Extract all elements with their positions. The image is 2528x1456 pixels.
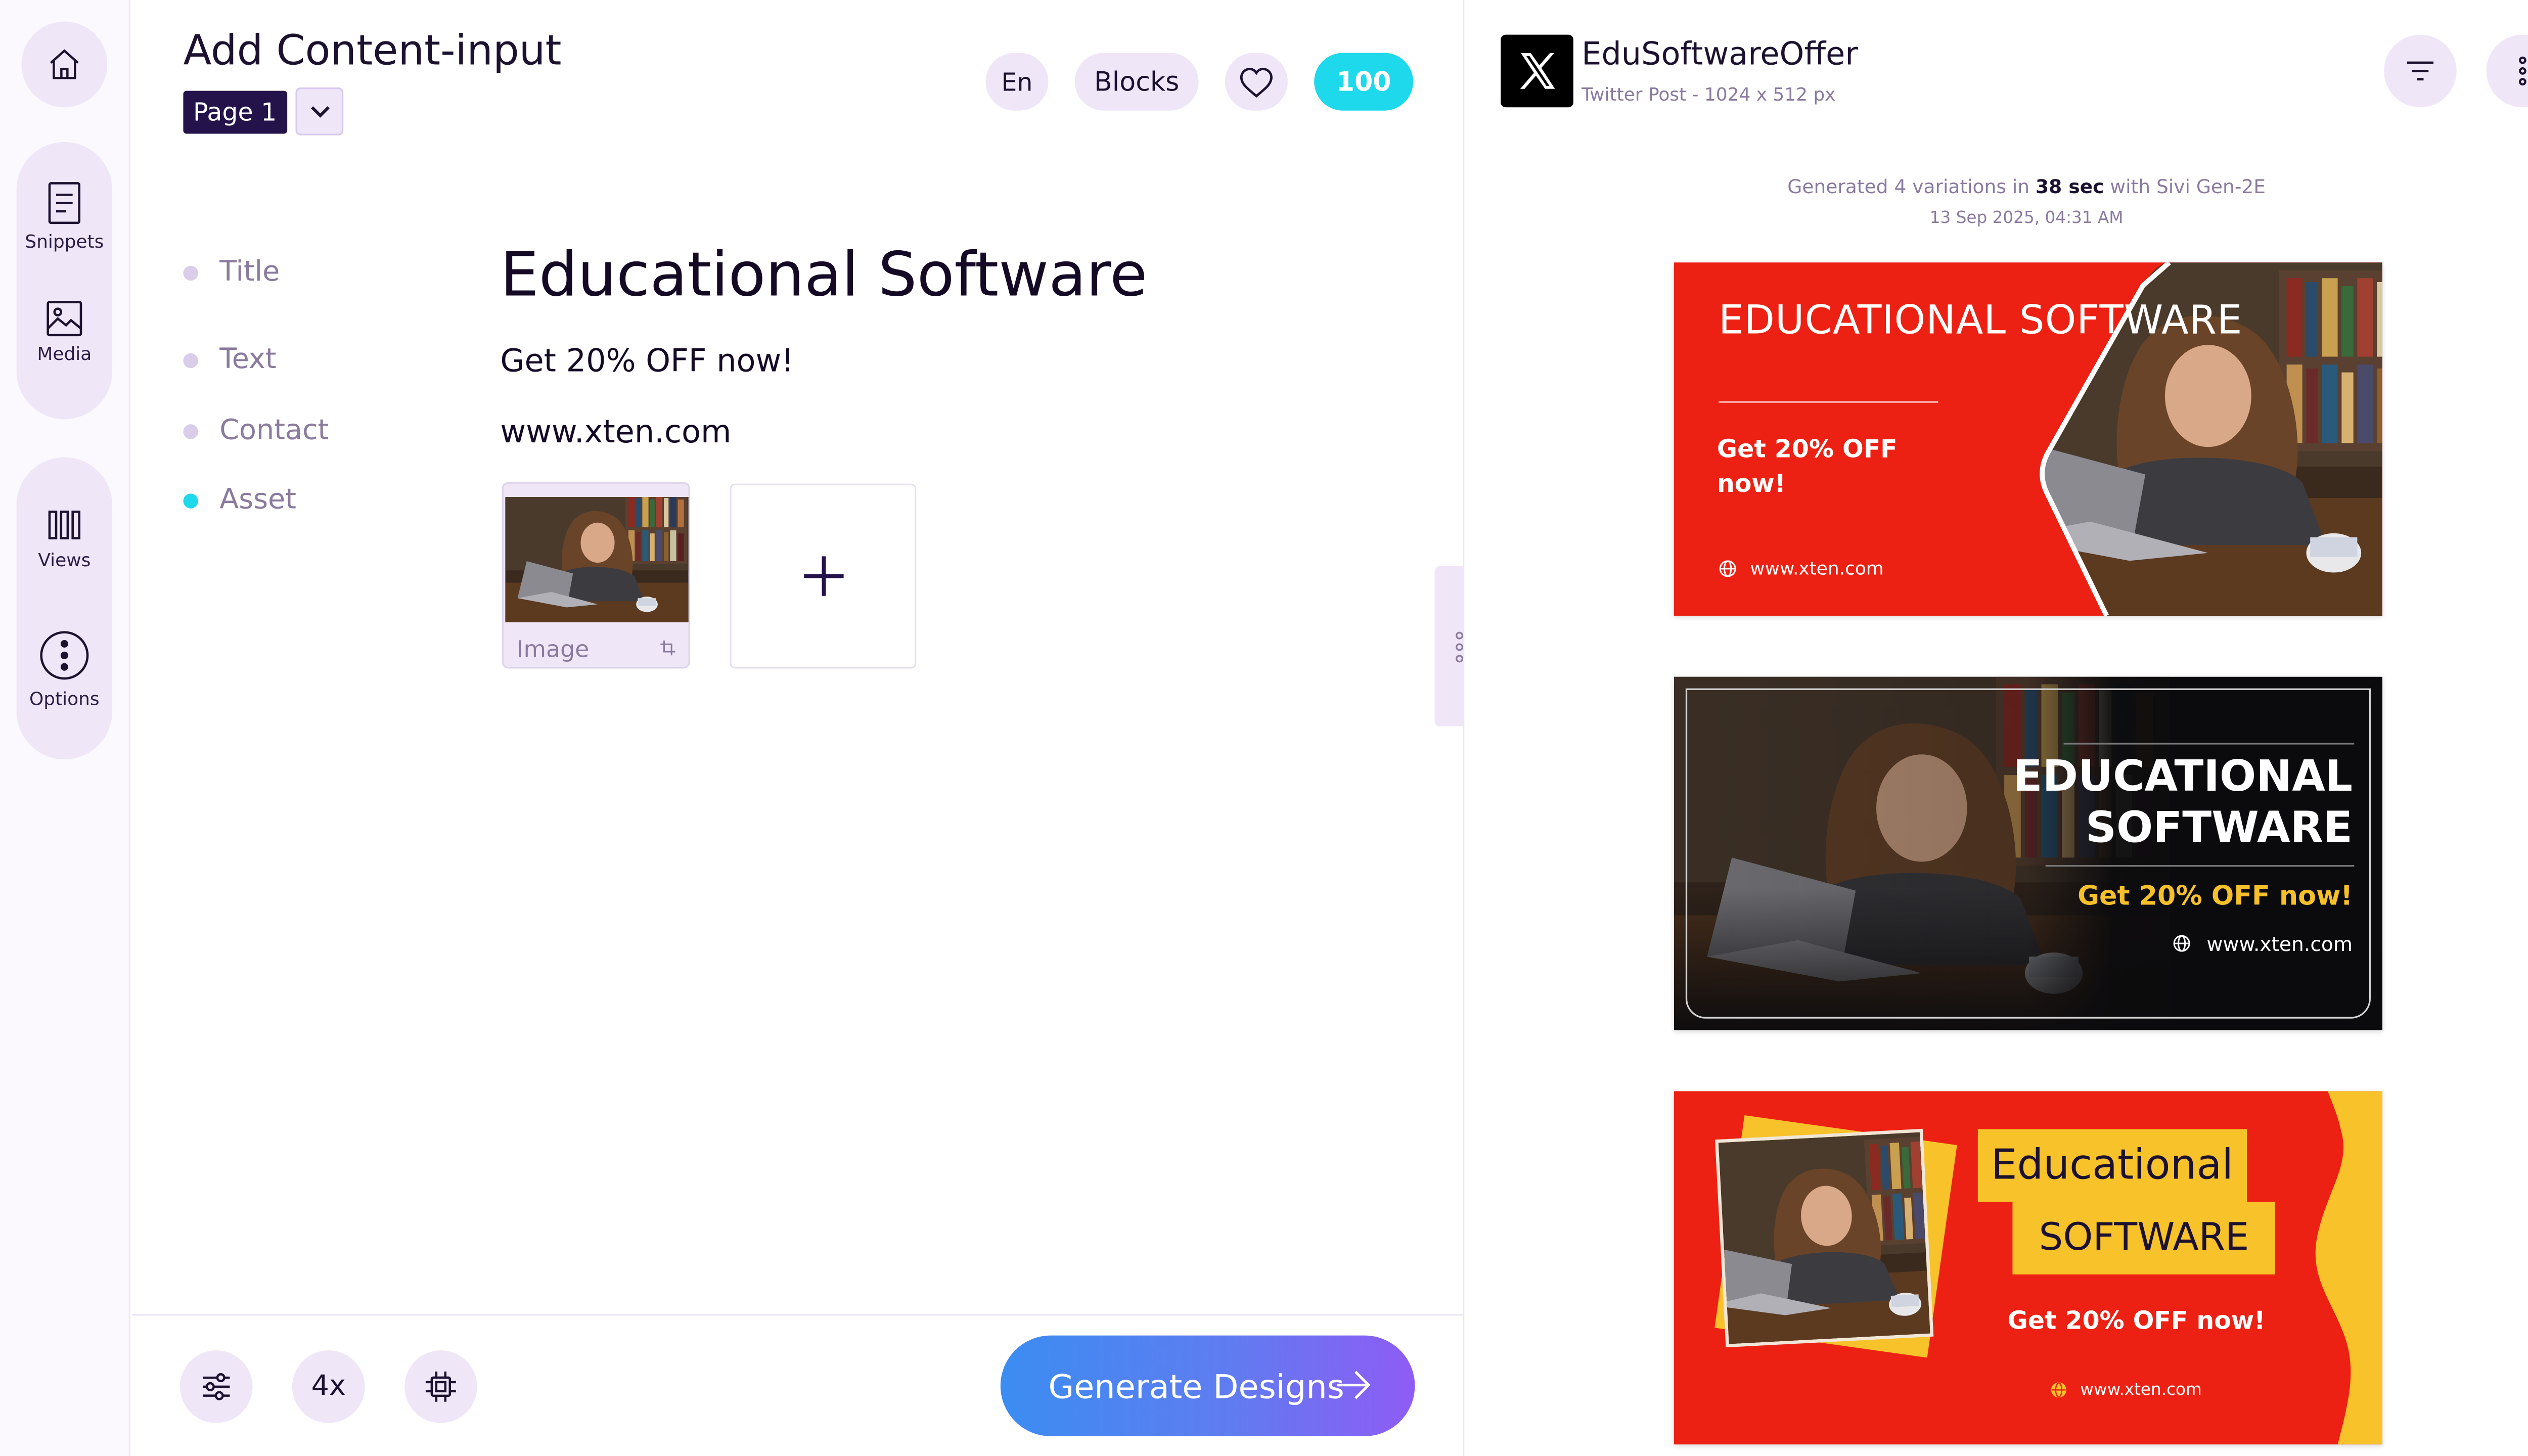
favorite-button[interactable] (1225, 53, 1288, 111)
rail-item-label: Snippets (25, 231, 104, 253)
home-button[interactable] (21, 21, 108, 108)
filter-button[interactable] (2384, 34, 2457, 108)
more-vertical-icon (2519, 56, 2526, 85)
field-label-text: Text (219, 343, 277, 377)
globe-icon (2173, 935, 2190, 952)
page-title: Add Content-input (183, 26, 562, 74)
options-icon (40, 631, 89, 680)
project-format: Twitter Post - 1024 x 512 px (1582, 84, 1836, 106)
design-title: EDUCATIONAL SOFTWARE (2013, 752, 2353, 854)
design-website: www.xten.com (1750, 558, 1884, 580)
rail-group-view: Views Options (16, 457, 113, 760)
generation-summary: Generated 4 variations in 38 sec with Si… (1787, 175, 2266, 198)
design-offer: Get 20% OFF now! (2078, 880, 2353, 912)
x-logo-icon (1501, 34, 1573, 108)
rail-group-content: Snippets Media (16, 142, 113, 420)
generate-label: Generate Designs (1048, 1366, 1344, 1406)
field-status-dot (183, 265, 198, 281)
more-button[interactable] (2486, 34, 2528, 108)
field-label-title: Title (219, 256, 280, 289)
chevron-down-icon (310, 105, 329, 117)
chip-icon (425, 1371, 456, 1402)
rail-item-snippets[interactable]: Snippets (17, 181, 112, 253)
contact-input[interactable]: www.xten.com (500, 415, 731, 451)
crop-icon[interactable] (660, 640, 675, 656)
preview-panel: EduSoftwareOffer Twitter Post - 1024 x 5… (1464, 0, 2528, 1456)
field-label-contact: Contact (219, 414, 329, 447)
plus-icon (803, 556, 843, 596)
field-status-dot (183, 424, 198, 439)
field-status-dot (183, 353, 198, 369)
field-status-dot (183, 493, 198, 509)
design-website: www.xten.com (2206, 932, 2353, 956)
footer-bar: 4x Generate Designs (132, 1314, 1463, 1456)
add-asset-button[interactable] (730, 483, 917, 669)
asset-name: Image (517, 637, 590, 664)
settings-button[interactable] (179, 1350, 253, 1423)
page-dropdown-button[interactable] (295, 87, 344, 135)
design-offer: Get 20% OFF now! (2007, 1305, 2266, 1336)
design-offer: Get 20% OFF now! (1717, 434, 1898, 499)
rail-item-label: Options (29, 688, 100, 710)
blocks-button[interactable]: Blocks (1074, 53, 1199, 111)
divider-line (2045, 865, 2355, 867)
home-icon (50, 49, 79, 79)
generation-date: 13 Sep 2025, 04:31 AM (1929, 209, 2124, 228)
design-variation-2[interactable]: EDUCATIONAL SOFTWARE Get 20% OFF now! ww… (1674, 676, 2382, 1030)
page-selector[interactable]: Page 1 (183, 90, 287, 134)
design-title: EDUCATIONAL SOFTWARE (1719, 297, 2243, 344)
heart-icon (1240, 67, 1273, 97)
asset-card[interactable]: Image (502, 482, 690, 669)
design-variation-1[interactable]: EDUCATIONAL SOFTWARE Get 20% OFF now! ww… (1674, 262, 2382, 616)
ai-model-button[interactable] (404, 1350, 477, 1423)
rail-item-label: Media (37, 343, 92, 365)
design-variation-3[interactable]: Educational SOFTWARE Get 20% OFF now! ww… (1674, 1091, 2382, 1445)
views-icon (48, 510, 81, 539)
arrow-right-icon (1337, 1371, 1371, 1399)
rail-item-media[interactable]: Media (17, 300, 112, 365)
image-icon (47, 301, 82, 337)
design-photo (1714, 1128, 1934, 1348)
globe-icon (1719, 560, 1736, 577)
text-input[interactable]: Get 20% OFF now! (500, 343, 794, 380)
design-title: Educational (1977, 1129, 2247, 1202)
rail-item-options[interactable]: Options (17, 629, 112, 710)
variation-count-button[interactable]: 4x (292, 1350, 365, 1423)
sliders-icon (203, 1373, 230, 1400)
filter-icon (2407, 61, 2434, 81)
language-button[interactable]: En (985, 53, 1049, 111)
globe-icon (2051, 1382, 2066, 1398)
divider-line (1719, 401, 1938, 403)
content-input-panel: Add Content-input Page 1 En Blocks 100 T… (132, 0, 1463, 1456)
design-subtitle: SOFTWARE (2012, 1202, 2276, 1275)
title-input[interactable]: Educational Software (500, 239, 1147, 310)
document-icon (48, 182, 81, 224)
design-website: www.xten.com (2080, 1382, 2202, 1400)
project-name[interactable]: EduSoftwareOffer (1582, 36, 1858, 73)
credits-badge[interactable]: 100 (1314, 53, 1414, 111)
rail-item-label: Views (38, 550, 91, 571)
left-rail: Snippets Media Views Options (0, 0, 130, 1456)
asset-thumbnail (505, 496, 689, 623)
rail-item-views[interactable]: Views (17, 507, 112, 571)
divider-line (2063, 743, 2355, 745)
field-label-asset: Asset (219, 483, 297, 517)
generate-designs-button[interactable]: Generate Designs (1000, 1335, 1415, 1436)
